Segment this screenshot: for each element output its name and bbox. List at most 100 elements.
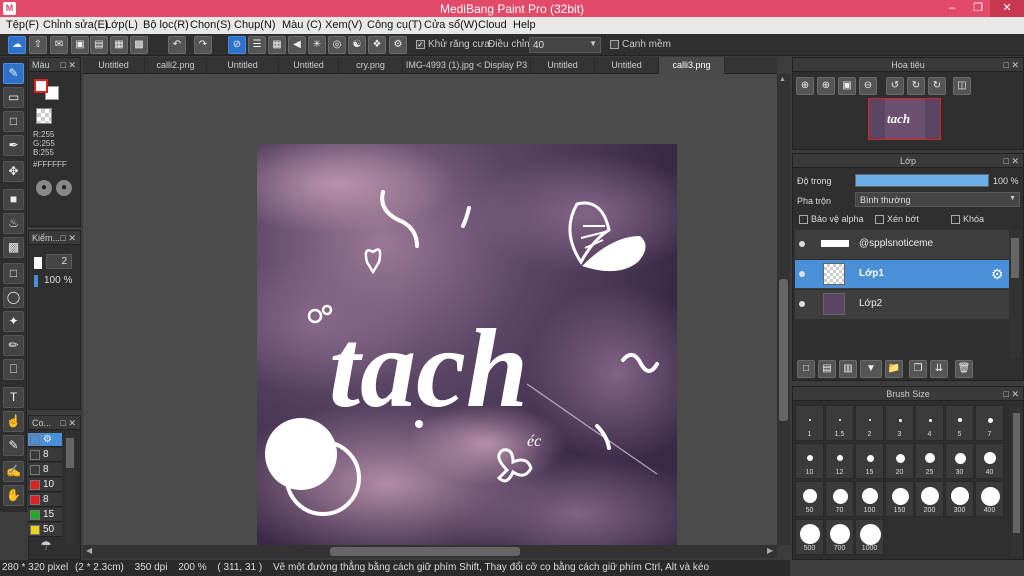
visibility-icon[interactable] xyxy=(799,241,805,247)
list-item[interactable]: 8 xyxy=(28,448,62,462)
dot-icon[interactable]: □ xyxy=(3,111,24,132)
list-item[interactable]: 10 xyxy=(28,478,62,492)
lock-checkbox[interactable] xyxy=(951,215,960,224)
list-item[interactable]: 8 xyxy=(28,493,62,507)
rotate-right-icon[interactable]: ↻ xyxy=(928,77,946,95)
add-color-icon[interactable]: ☂ xyxy=(37,538,55,556)
magic-wand-icon[interactable]: ✦ xyxy=(3,311,24,332)
clip-checkbox[interactable] xyxy=(875,215,884,224)
cloud-icon[interactable]: ☁ xyxy=(8,36,26,54)
color-list-scrollbar[interactable] xyxy=(65,434,75,544)
brush-size-cell[interactable]: 500 xyxy=(795,519,824,555)
window-icon[interactable]: □ ✕ xyxy=(61,416,76,430)
gear-icon[interactable]: ⚙ xyxy=(991,266,1004,283)
duplicate-layer-icon[interactable]: ❐ xyxy=(909,360,927,378)
redo-icon[interactable]: ↷ xyxy=(194,36,212,54)
tab-document[interactable]: Untitled xyxy=(531,57,595,74)
tile-icon[interactable]: ▩ xyxy=(130,36,148,54)
window-icon[interactable]: □ ✕ xyxy=(1004,387,1019,401)
gradient-icon[interactable]: ▩ xyxy=(3,237,24,258)
scroll-right-icon[interactable]: ▶ xyxy=(767,546,773,555)
fit-icon[interactable]: ▣ xyxy=(838,77,856,95)
palette-icon[interactable]: ● xyxy=(36,180,52,196)
list-item[interactable]: ⚙ xyxy=(28,433,62,447)
rotate-reset-icon[interactable]: ↻ xyxy=(907,77,925,95)
eyedropper-icon[interactable]: ✍ xyxy=(3,461,24,482)
close-button[interactable]: ✕ xyxy=(990,0,1024,17)
merge-layer-icon[interactable]: ⇊ xyxy=(930,360,948,378)
list-item[interactable]: 8 xyxy=(28,463,62,477)
brush-size-cell[interactable]: 1.5 xyxy=(825,405,854,441)
no-snap-icon[interactable]: ⊘ xyxy=(228,36,246,54)
horizontal-scrollbar[interactable]: ◀ ▶ xyxy=(83,545,777,558)
brush-size-cell[interactable]: 400 xyxy=(975,481,1004,517)
new-material-layer-icon[interactable]: ▼ xyxy=(860,360,882,378)
menu-help[interactable]: Help xyxy=(513,19,536,31)
zoom-out-icon[interactable]: ⊖ xyxy=(859,77,877,95)
tab-document[interactable]: Untitled xyxy=(595,57,659,74)
menu-window[interactable]: Cửa sổ(W) xyxy=(424,19,478,31)
cross-snap-icon[interactable]: ▦ xyxy=(268,36,286,54)
panel-icon[interactable]: ▣ xyxy=(71,36,89,54)
page-icon[interactable]: ▤ xyxy=(90,36,108,54)
brush-size-cell[interactable]: 30 xyxy=(945,443,974,479)
brush-size-cell[interactable]: 1000 xyxy=(855,519,884,555)
brush-size-cell[interactable]: 12 xyxy=(825,443,854,479)
eraser-icon[interactable]: ▭ xyxy=(3,87,24,108)
vertical-scroll-thumb[interactable] xyxy=(779,279,788,421)
menu-edit[interactable]: Chỉnh sửa(E) xyxy=(43,19,108,31)
canvas-area[interactable]: éc tach xyxy=(83,74,777,545)
perspective-snap-icon[interactable]: ◀ xyxy=(288,36,306,54)
vertical-scrollbar[interactable]: ▲ xyxy=(777,74,790,545)
brush-size-cell[interactable]: 15 xyxy=(855,443,884,479)
brush-size-cell[interactable]: 300 xyxy=(945,481,974,517)
menu-cloud[interactable]: Cloud xyxy=(478,19,507,31)
blend-select[interactable]: Bình thường ▼ xyxy=(855,192,1020,207)
brush-size-input[interactable]: 2 xyxy=(46,254,72,269)
new-halftone-layer-icon[interactable]: ▤ xyxy=(818,360,836,378)
tab-document[interactable]: IMG-4993 (1).jpg < Display P3 > xyxy=(403,57,531,87)
snap-settings-icon[interactable]: ⚙ xyxy=(389,36,407,54)
layer-row[interactable]: @spplsnoticeme xyxy=(795,230,1009,259)
grid-icon[interactable]: ▦ xyxy=(110,36,128,54)
visibility-icon[interactable] xyxy=(799,301,805,307)
comment-icon[interactable]: ✉ xyxy=(50,36,68,54)
brush-size-cell[interactable]: 5 xyxy=(945,405,974,441)
rotate-left-icon[interactable]: ↺ xyxy=(886,77,904,95)
menu-select[interactable]: Chọn(S) xyxy=(190,19,231,31)
zoom-in-icon[interactable]: ⊕ xyxy=(817,77,835,95)
brush-size-cell[interactable]: 100 xyxy=(855,481,884,517)
select-eraser-icon[interactable]: ⎕ xyxy=(3,359,24,380)
menu-color[interactable]: Màu (C) xyxy=(282,19,322,31)
move-icon[interactable]: ✥ xyxy=(3,161,24,182)
brush-size-cell[interactable]: 2 xyxy=(855,405,884,441)
brush-size-scrollbar[interactable] xyxy=(1011,407,1022,557)
window-icon[interactable]: □ ✕ xyxy=(61,231,76,245)
brush-size-cell[interactable]: 50 xyxy=(795,481,824,517)
layer-scrollbar[interactable] xyxy=(1009,230,1021,358)
operation-icon[interactable]: ☝ xyxy=(3,411,24,432)
list-item[interactable]: 15 xyxy=(28,508,62,522)
palette-add-icon[interactable]: ● xyxy=(56,180,72,196)
window-icon[interactable]: □ ✕ xyxy=(61,58,76,72)
window-icon[interactable]: □ ✕ xyxy=(1004,154,1019,168)
transparent-swatch[interactable] xyxy=(36,108,52,124)
fill-rect-icon[interactable]: ■ xyxy=(3,189,24,210)
zoom-in-icon[interactable]: ⊕ xyxy=(796,77,814,95)
brush-size-cell[interactable]: 200 xyxy=(915,481,944,517)
scroll-left-icon[interactable]: ◀ xyxy=(86,546,92,555)
brush-size-cell[interactable]: 150 xyxy=(885,481,914,517)
radial-snap-icon[interactable]: ✳ xyxy=(308,36,326,54)
brush-size-cell[interactable]: 700 xyxy=(825,519,854,555)
antialias-checkbox[interactable]: ✓ xyxy=(416,40,425,49)
menu-view[interactable]: Xem(V) xyxy=(325,19,362,31)
bucket-icon[interactable]: ♨ xyxy=(3,213,24,234)
brush-size-cell[interactable]: 4 xyxy=(915,405,944,441)
delete-layer-icon[interactable]: 🗑 xyxy=(955,360,973,378)
tab-document[interactable]: Untitled xyxy=(83,57,145,74)
adjust-select[interactable]: 40 ▼ xyxy=(529,37,601,53)
new-layer-icon[interactable]: □ xyxy=(797,360,815,378)
new-folder-icon[interactable]: 📁 xyxy=(885,360,903,378)
horizontal-scroll-thumb[interactable] xyxy=(330,547,520,556)
tab-document[interactable]: calli2.png xyxy=(145,57,207,74)
